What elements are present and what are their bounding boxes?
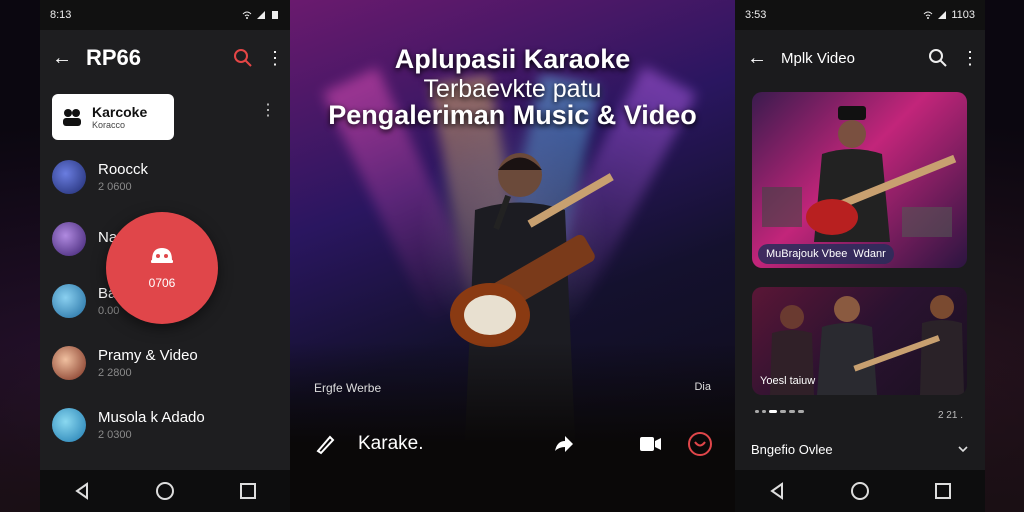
favorite-icon[interactable]: [687, 431, 713, 457]
chip-more-icon[interactable]: ⋮: [260, 100, 276, 120]
page-title: RP66: [86, 45, 142, 70]
chevron-down-icon: [958, 446, 968, 453]
avatar: [52, 408, 86, 442]
chip-title: Karcoke: [92, 104, 148, 120]
item-subtitle: 2 0600: [98, 181, 132, 193]
nav-home-icon[interactable]: [849, 480, 871, 502]
wifi-icon: [242, 11, 252, 19]
nav-back-icon[interactable]: [71, 480, 93, 502]
nav-back-icon[interactable]: [766, 480, 788, 502]
player-controls: Karake.: [290, 424, 735, 464]
page-title: Mplk Video: [781, 49, 855, 67]
edit-icon[interactable]: [312, 431, 338, 457]
wifi-icon: [923, 11, 933, 19]
status-time: 3:53: [745, 9, 767, 21]
hero-title-line2: Pengaleriman Music & Video: [328, 100, 697, 130]
karaoke-label: Karake.: [358, 433, 424, 454]
more-vert-icon[interactable]: ⋮: [961, 48, 979, 69]
list-item[interactable]: Roocck 2 0600: [40, 146, 290, 208]
people-icon: [63, 109, 81, 126]
karaoke-icon: [151, 248, 173, 263]
video-card[interactable]: Yoesl taiuw: [752, 287, 967, 395]
search-icon[interactable]: [927, 47, 949, 69]
item-subtitle: 2 0300: [98, 429, 132, 441]
status-icons: [242, 10, 280, 20]
hero-subtitle: Terbaevkte patu: [423, 75, 602, 103]
back-arrow-icon[interactable]: ←: [745, 47, 769, 70]
card-tag: MuBrajouk Vbee Wdanr: [758, 244, 894, 264]
page-number: 2 21 .: [937, 410, 963, 421]
dropdown-label: Bngefio Ovlee: [751, 441, 833, 457]
list-item[interactable]: Musola k Adado 2 0300: [40, 394, 290, 456]
caption-left: Ergfe Werbe: [314, 381, 382, 395]
signal-icon: [938, 11, 947, 19]
video-card[interactable]: MuBrajouk Vbee Wdanr: [752, 92, 967, 268]
card-tag-right: Wdanr: [853, 248, 886, 260]
avatar: [52, 160, 86, 194]
filter-dropdown[interactable]: Bngefio Ovlee: [751, 437, 969, 461]
nav-recents-icon[interactable]: [932, 480, 954, 502]
avatar: [52, 222, 86, 256]
app-bar: ← Mplk Video ⋮: [735, 30, 985, 86]
guitarist-thumbnail: [762, 106, 957, 242]
card-tag-left: MuBrajouk Vbee: [766, 248, 848, 260]
nav-home-icon[interactable]: [154, 480, 176, 502]
record-fab-button[interactable]: 0706: [106, 212, 218, 324]
right-phone: 3:53 1103 ← Mplk Video ⋮ MuBrajouk Vbee …: [735, 0, 985, 512]
back-arrow-icon[interactable]: ←: [50, 47, 74, 70]
list-item[interactable]: Pramy & Video 2 2800: [40, 332, 290, 394]
nav-recents-icon[interactable]: [237, 480, 259, 502]
status-icons: 1103: [923, 9, 975, 21]
item-title: Roocck: [98, 161, 149, 178]
item-title: Pramy & Video: [98, 347, 198, 364]
app-bar: ← RP66 ⋮: [40, 30, 290, 86]
hero-banner: Aplupasii Karaoke Terbaevkte patu Pengal…: [290, 0, 735, 512]
karaoke-chip[interactable]: Karcoke Koracco: [52, 94, 174, 140]
battery-text: 1103: [951, 9, 975, 21]
avatar: [52, 284, 86, 318]
status-time: 8:13: [50, 9, 72, 21]
caption-right: Dia: [694, 381, 711, 393]
android-nav-bar: [735, 470, 985, 512]
share-icon[interactable]: [551, 431, 577, 457]
video-icon[interactable]: [637, 431, 663, 457]
screenshot-stage: 8:13 ← RP66 ⋮ Karcoke Koracco ⋮ Roocck2: [0, 0, 1024, 512]
signal-icon: [257, 11, 265, 19]
status-bar: 8:13: [40, 0, 290, 30]
item-title: Musola k Adado: [98, 409, 205, 426]
more-vert-icon[interactable]: ⋮: [266, 48, 284, 69]
page-indicator: [755, 410, 804, 413]
android-nav-bar: [40, 470, 290, 512]
fab-label: 0706: [148, 276, 176, 290]
card-label: Yoesl taiuw: [760, 375, 816, 387]
left-phone: 8:13 ← RP66 ⋮ Karcoke Koracco ⋮ Roocck2: [40, 0, 290, 512]
avatar: [52, 346, 86, 380]
hero-title: Aplupasii Karaoke: [394, 44, 631, 74]
status-bar: 3:53 1103: [735, 0, 985, 30]
item-subtitle: 2 2800: [98, 367, 132, 379]
search-icon[interactable]: [232, 47, 254, 69]
item-subtitle: 0.00: [98, 305, 120, 317]
chip-subtitle: Koracco: [92, 120, 126, 130]
battery-icon: [272, 11, 278, 19]
